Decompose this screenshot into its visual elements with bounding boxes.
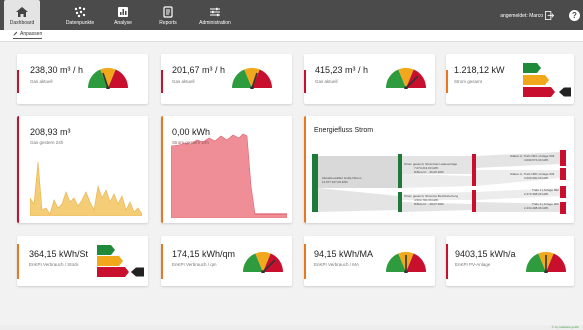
chart-value: 0,00 kWh (172, 127, 211, 137)
nav-label: Datenpunkte (65, 20, 95, 26)
gas-area-chart (30, 161, 142, 216)
chart-icon (118, 7, 128, 17)
kpi-label: Gas aktuell (30, 79, 53, 84)
kpi-card-gas-3[interactable]: 415,23 m³ / h Gas aktuell (304, 54, 435, 104)
datapoints-icon (74, 6, 86, 18)
kpi-card-gas-1[interactable]: 238,30 m³ / h Gas aktuell (17, 54, 148, 104)
logout-icon[interactable] (545, 11, 554, 20)
top-navigation-bar: Dashboard Datenpunkte Analyse Reports Ad… (0, 0, 583, 30)
sankey-mid2-diff: Differenz: - 29,07 kWh (414, 202, 444, 206)
accent-bar (304, 70, 306, 93)
kpi-label: EnKPI Verbrauch / Stück (29, 262, 79, 267)
kpi-card-pv-anlage[interactable]: 9403,15 kWh/a EnKPI PV-Anlage (446, 236, 574, 286)
sankey-target-value: 2.234.498,00 kWh (524, 206, 549, 210)
logged-in-user: angemeldet: Marco (500, 13, 543, 19)
gauge-icon (385, 251, 427, 273)
footer-copyright: © ivy software gmbh (551, 325, 579, 329)
gauge-icon (231, 67, 273, 89)
nav-administration[interactable]: Administration (193, 0, 237, 30)
accent-bar (446, 244, 448, 279)
accent-bar (304, 116, 306, 223)
energy-label-icon (97, 245, 144, 277)
kpi-label: Gas aktuell (172, 79, 195, 84)
chart-card-strom-24h[interactable]: 0,00 kWh Strom gestern 24h (161, 116, 292, 223)
nav-label: Administration (199, 20, 231, 26)
pencil-icon (13, 31, 18, 36)
sankey-target-value: 4.000.574,00 kWh (524, 158, 549, 162)
kpi-value: 415,23 m³ / h (315, 65, 369, 75)
nav-reports[interactable]: Reports (154, 0, 182, 30)
sankey-title: Energiefluss Strom (314, 127, 374, 134)
customize-label: Anpassen (20, 31, 43, 37)
kpi-card-strom[interactable]: 1.218,12 kW Strom gesamt (446, 54, 574, 104)
accent-bar (446, 70, 448, 93)
report-icon (163, 6, 173, 18)
kpi-value: 174,15 kWh/qm (172, 249, 236, 259)
sankey-mid1-diff: Differenz: - 26,00 kWh (414, 170, 444, 174)
gauge-icon (525, 251, 567, 273)
kpi-value: 9403,15 kWh/a (455, 249, 516, 259)
footer-bar: © ivy software gmbh (0, 325, 583, 330)
kpi-value: 364,15 kWh/St (29, 249, 89, 259)
nav-label: Reports (159, 20, 177, 26)
sankey-target-value: 3.000.000,00 kWh (524, 176, 549, 180)
kpi-label: EnKPI Verbrauch / qm (172, 262, 217, 267)
nav-datenpunkte[interactable]: Datenpunkte (60, 0, 100, 30)
sankey-card-energiefluss[interactable]: Energiefluss Strom Abnahmezähler GmbH St… (304, 116, 574, 223)
chart-label: Strom gestern 24h (172, 140, 210, 145)
kpi-card-gas-2[interactable]: 201,67 m³ / h Gas aktuell (161, 54, 292, 104)
kpi-label: EnKPI Verbrauch / MA (314, 262, 360, 267)
accent-bar (17, 116, 19, 223)
accent-bar (161, 116, 163, 223)
help-button[interactable]: ? (569, 10, 580, 21)
kpi-card-verbrauch-ma[interactable]: 94,15 kWh/MA EnKPI Verbrauch / MA (304, 236, 435, 286)
accent-bar (17, 70, 19, 93)
kpi-card-verbrauch-qm[interactable]: 174,15 kWh/qm EnKPI Verbrauch / qm (161, 236, 292, 286)
accent-bar (161, 244, 163, 279)
sankey-target-value: 2.270.398,00 kWh (524, 192, 549, 196)
kpi-label: Strom gesamt (454, 79, 483, 84)
sankey-source-value: 11.577.167,00 kWh (322, 180, 348, 184)
kpi-card-verbrauch-stueck[interactable]: 364,15 kWh/St EnKPI Verbrauch / Stück (17, 236, 148, 286)
kpi-value: 238,30 m³ / h (30, 65, 84, 75)
nav-analyse[interactable]: Analyse (110, 0, 136, 30)
kpi-label: EnKPI PV-Anlage (455, 262, 491, 267)
sub-toolbar (0, 30, 583, 42)
kpi-value: 1.218,12 kW (454, 65, 505, 75)
nav-label: Dashboard (9, 20, 35, 26)
chart-value: 208,93 m³ (30, 127, 71, 137)
accent-bar (304, 244, 306, 279)
accent-bar (161, 70, 163, 93)
chart-card-gas-24h[interactable]: 208,93 m³ Gas gestern 24h (17, 116, 148, 223)
accent-bar (17, 244, 19, 279)
gauge-icon (385, 67, 427, 89)
energy-label-icon (523, 63, 571, 97)
home-icon (16, 7, 28, 17)
kpi-label: Gas aktuell (315, 79, 338, 84)
nav-label: Analyse (114, 20, 132, 26)
kpi-value: 201,67 m³ / h (172, 65, 226, 75)
customize-button[interactable]: Anpassen (13, 31, 43, 39)
sliders-icon (210, 7, 220, 17)
kpi-value: 94,15 kWh/MA (314, 249, 374, 259)
nav-dashboard[interactable]: Dashboard (4, 0, 40, 30)
gauge-icon (242, 251, 284, 273)
gauge-icon (87, 67, 129, 89)
